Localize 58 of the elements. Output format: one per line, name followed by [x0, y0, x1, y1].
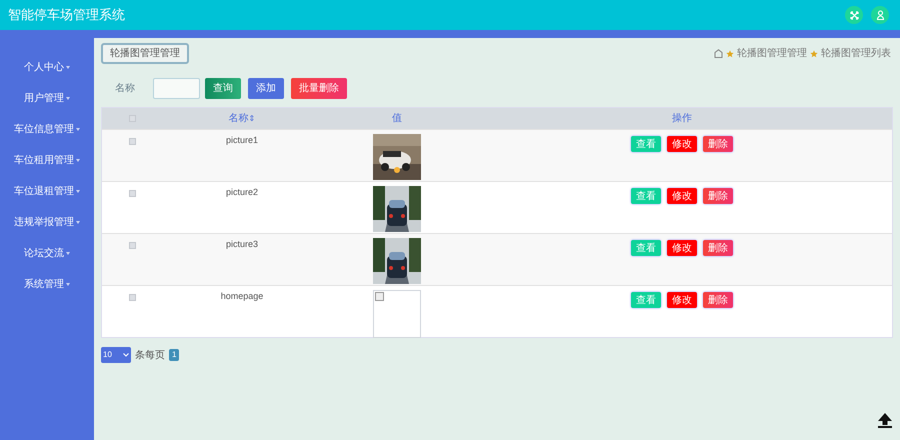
caret-icon — [76, 128, 80, 131]
sidebar-item[interactable]: 车位退租管理 — [0, 176, 94, 207]
fullscreen-button[interactable] — [845, 6, 863, 24]
page-size-select[interactable]: 10 — [101, 347, 131, 363]
sidebar-item[interactable]: 用户管理 — [0, 83, 94, 114]
chevron-down-icon — [123, 353, 129, 357]
expand-icon — [850, 10, 858, 20]
column-header: 操作 — [671, 112, 693, 126]
caret-icon — [66, 252, 70, 255]
table-cell-text: picture3 — [224, 238, 260, 250]
page-tab[interactable]: 轮播图管理管理 — [101, 43, 189, 64]
column-header[interactable]: 名称⇕ — [162, 111, 322, 126]
sidebar-item[interactable]: 车位租用管理 — [0, 145, 94, 176]
caret-icon — [76, 221, 80, 224]
sidebar-item[interactable]: 违规举报管理 — [0, 207, 94, 238]
star-icon — [726, 50, 734, 58]
home-icon — [714, 49, 723, 58]
row-checkbox[interactable] — [128, 294, 136, 301]
app-title: 智能停车场管理系统 — [8, 6, 126, 24]
name-input-field[interactable] — [153, 78, 200, 98]
caret-icon — [66, 283, 70, 286]
delete-button[interactable]: 删除 — [703, 292, 733, 308]
row-checkbox[interactable] — [128, 242, 136, 249]
search-button[interactable]: 查询 — [205, 78, 241, 98]
caret-icon — [66, 97, 70, 100]
page-size-label: 条每页 — [135, 348, 165, 362]
page-number[interactable]: 1 — [169, 349, 180, 361]
broken-image-icon — [375, 292, 384, 301]
caret-icon — [76, 190, 80, 193]
breadcrumb-item[interactable]: 轮播图管理管理 — [737, 46, 807, 61]
caret-icon — [76, 159, 80, 162]
edit-button[interactable]: 修改 — [667, 292, 697, 308]
add-button[interactable]: 添加 — [248, 78, 284, 98]
sidebar-item[interactable]: 车位信息管理 — [0, 114, 94, 145]
row-checkbox[interactable] — [128, 190, 136, 197]
name-label: 名称 — [115, 82, 135, 96]
star-icon — [810, 50, 818, 58]
breadcrumb-item[interactable]: 轮播图管理列表 — [821, 46, 891, 61]
delete-button[interactable]: 删除 — [703, 136, 733, 152]
edit-button[interactable]: 修改 — [667, 136, 697, 152]
delete-button[interactable]: 删除 — [703, 188, 733, 204]
edit-button[interactable]: 修改 — [667, 240, 697, 256]
sidebar-item[interactable]: 个人中心 — [0, 52, 94, 83]
column-header: 值 — [391, 112, 403, 126]
caret-icon — [66, 66, 70, 69]
sidebar-item[interactable]: 论坛交流 — [0, 238, 94, 269]
table-cell-text: picture2 — [224, 186, 260, 198]
select-all-checkbox[interactable] — [128, 115, 136, 122]
table-cell-text: homepage — [220, 290, 264, 302]
delete-button[interactable]: 删除 — [703, 240, 733, 256]
user-button[interactable] — [871, 6, 889, 24]
upload-icon[interactable] — [877, 412, 893, 428]
row-checkbox[interactable] — [128, 138, 136, 145]
edit-button[interactable]: 修改 — [667, 188, 697, 204]
table-cell-text: picture1 — [224, 134, 260, 146]
sidebar-item[interactable]: 系统管理 — [0, 269, 94, 300]
user-icon — [876, 10, 884, 20]
delete-button[interactable]: 批量删除 — [291, 78, 347, 98]
